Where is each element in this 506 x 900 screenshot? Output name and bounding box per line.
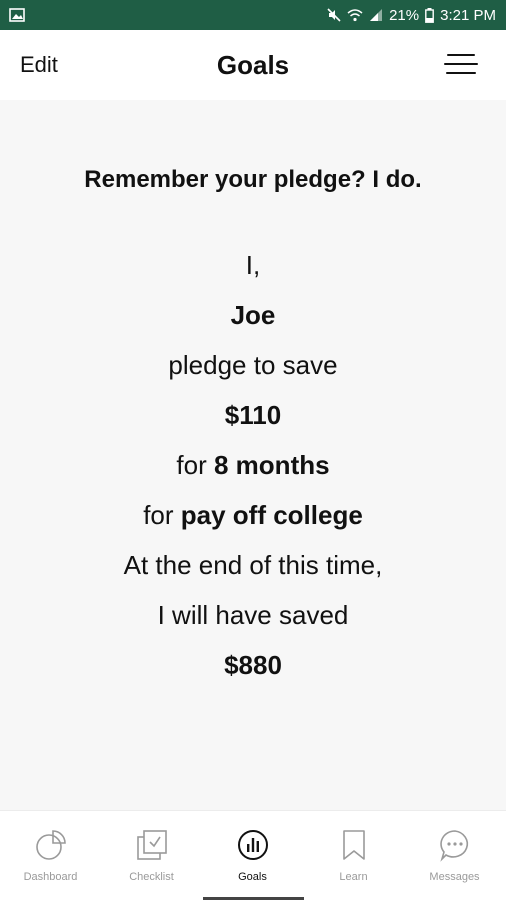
mute-icon [327, 8, 341, 22]
status-bar: 21% 3:21 PM [0, 0, 506, 30]
pie-chart-icon [35, 830, 66, 860]
bar-chart-circle-icon [237, 830, 268, 860]
pledge-line-i: I, [245, 250, 261, 280]
nav-item-checklist[interactable]: Checklist [101, 811, 202, 899]
pledge-content: Remember your pledge? I do. I, Joe pledg… [0, 100, 506, 810]
pledge-goal-line: for pay off college [0, 490, 506, 540]
nav-item-messages[interactable]: Messages [404, 811, 505, 899]
nav-item-goals[interactable]: Goals [202, 811, 303, 899]
pledge-line-save: pledge to save [168, 350, 338, 380]
nav-label-messages: Messages [429, 871, 480, 883]
pledge-total: $880 [224, 650, 282, 680]
clock: 3:21 PM [440, 6, 496, 24]
duration-prefix: for [176, 450, 207, 480]
battery-icon [425, 7, 435, 23]
status-left [9, 8, 25, 22]
chat-bubble-icon [439, 830, 468, 862]
image-notification-icon [9, 8, 25, 22]
pledge-line-end: At the end of this time, [123, 550, 383, 580]
bottom-nav: Dashboard Checklist Goals Learn Messages [0, 810, 506, 900]
page-title: Goals [216, 50, 290, 80]
nav-label-checklist: Checklist [129, 871, 174, 883]
pledge-amount: $110 [224, 400, 282, 430]
wifi-icon [347, 9, 363, 22]
battery-percent: 21% [389, 6, 420, 24]
pledge-goal: pay off college [180, 500, 363, 530]
pledge-duration: 8 months [214, 450, 330, 480]
pledge-line-saved: I will have saved [157, 600, 349, 630]
checklist-icon [136, 830, 167, 860]
goal-prefix: for [143, 500, 174, 530]
nav-label-learn: Learn [339, 871, 368, 883]
signal-icon [370, 9, 383, 21]
menu-icon[interactable] [444, 51, 478, 79]
nav-label-goals: Goals [238, 871, 267, 883]
nav-label-dashboard: Dashboard [23, 871, 78, 883]
status-right: 21% 3:21 PM [327, 7, 496, 24]
nav-item-dashboard[interactable]: Dashboard [0, 811, 101, 899]
pledge-statement: I, Joe pledge to save $110 for 8 months … [0, 240, 506, 690]
bookmark-icon [342, 830, 365, 860]
pledge-headline: Remember your pledge? I do. [84, 166, 422, 193]
nav-item-learn[interactable]: Learn [303, 811, 404, 899]
app-header: Edit Goals [0, 30, 506, 100]
pledge-name: Joe [230, 300, 276, 330]
pledge-duration-line: for 8 months [0, 440, 506, 490]
